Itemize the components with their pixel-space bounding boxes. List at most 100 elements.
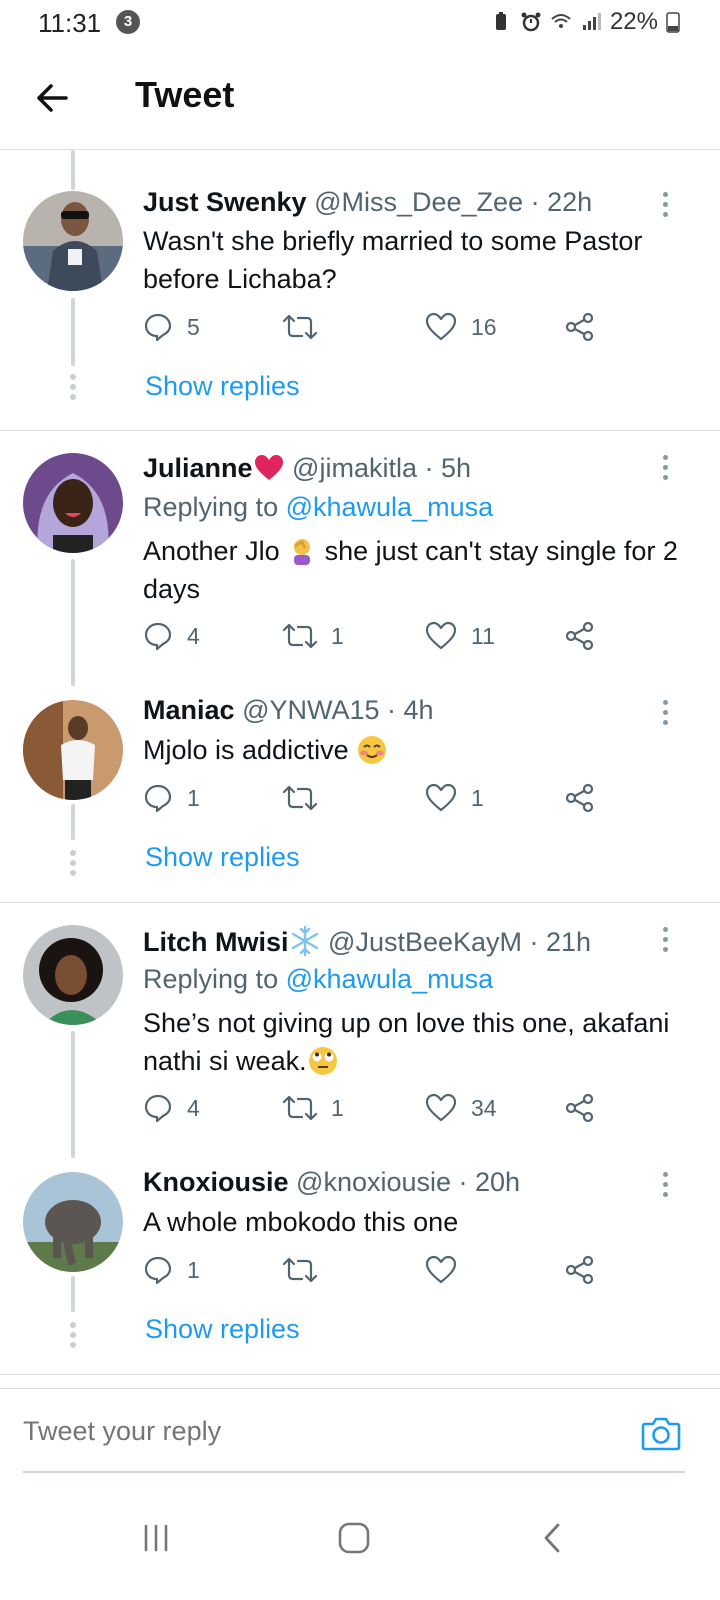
- like-button[interactable]: 34: [425, 1093, 497, 1123]
- like-button[interactable]: 16: [425, 312, 497, 342]
- reply-composer: [0, 1388, 720, 1478]
- show-replies-link[interactable]: Show replies: [145, 842, 300, 873]
- share-button[interactable]: [565, 1093, 595, 1123]
- comment-icon: [144, 1256, 172, 1285]
- author-name[interactable]: Maniac: [143, 695, 235, 725]
- retweet-icon: [283, 1095, 317, 1121]
- share-button[interactable]: [565, 621, 595, 651]
- avatar-image: [23, 453, 123, 553]
- author-name[interactable]: Knoxiousie: [143, 1167, 289, 1197]
- share-button[interactable]: [565, 312, 595, 342]
- retweet-button[interactable]: 1: [283, 621, 344, 651]
- recent-apps-button[interactable]: [126, 1508, 186, 1568]
- reply-count: 4: [187, 622, 200, 649]
- heart-icon: [425, 312, 457, 341]
- retweet-button[interactable]: [283, 783, 331, 813]
- home-button[interactable]: [324, 1508, 384, 1568]
- retweet-button[interactable]: [283, 312, 331, 342]
- tweet-header: Julianne @jimakitla · 5h: [143, 453, 471, 484]
- red-heart-emoji-icon: [254, 455, 283, 480]
- tweet-header: Just Swenky @Miss_Dee_Zee · 22h: [143, 187, 592, 218]
- avatar-image: [23, 1172, 123, 1272]
- reply-count: 1: [187, 784, 200, 811]
- snowflake-emoji-icon: [291, 925, 318, 957]
- reply-button[interactable]: 4: [143, 1093, 200, 1123]
- tweet-1[interactable]: Just Swenky @Miss_Dee_Zee · 22h Wasn't s…: [0, 150, 720, 430]
- tweet-actions: 4 1 11: [143, 621, 623, 661]
- heart-icon: [425, 621, 457, 650]
- more-options-button[interactable]: [663, 1172, 675, 1202]
- reply-input[interactable]: [23, 1416, 583, 1447]
- like-button[interactable]: 11: [425, 621, 495, 651]
- heart-icon: [425, 1093, 457, 1122]
- share-button[interactable]: [565, 783, 595, 813]
- back-button[interactable]: [30, 76, 74, 120]
- eye-roll-emoji-icon: [308, 1047, 337, 1075]
- tweet-text: A whole mbokodo this one: [143, 1207, 459, 1237]
- tweet-3[interactable]: Maniac @YNWA15 · 4h Mjolo is addictive 1…: [0, 686, 720, 902]
- tweet-actions: 5 16: [143, 312, 623, 352]
- avatar[interactable]: [23, 191, 123, 291]
- tweet-2[interactable]: Julianne @jimakitla · 5h Replying to @kh…: [0, 431, 720, 686]
- avatar[interactable]: [23, 925, 123, 1025]
- more-options-button[interactable]: [663, 927, 675, 957]
- tweet-text-part: Mjolo is addictive: [143, 735, 357, 765]
- more-options-button[interactable]: [663, 455, 675, 485]
- more-options-button[interactable]: [663, 700, 675, 730]
- comment-icon: [144, 1094, 172, 1123]
- battery-saver-icon: [495, 12, 506, 30]
- reply-button[interactable]: 1: [143, 1255, 200, 1285]
- author-handle-time: @YNWA15 · 4h: [242, 695, 434, 725]
- share-icon: [565, 1093, 594, 1123]
- reply-button[interactable]: 4: [143, 621, 200, 651]
- like-button[interactable]: [425, 1255, 471, 1285]
- thread-line: [71, 804, 75, 840]
- avatar[interactable]: [23, 700, 123, 800]
- thread-ellipsis: [69, 1322, 77, 1352]
- like-count: 16: [471, 313, 497, 340]
- smiling-blushing-emoji-icon: [358, 736, 387, 764]
- retweet-button[interactable]: 1: [283, 1093, 344, 1123]
- tweet-5[interactable]: Knoxiousie @knoxiousie · 20h A whole mbo…: [0, 1158, 720, 1374]
- avatar-image: [23, 925, 123, 1025]
- chevron-left-icon: [544, 1523, 560, 1553]
- thread-ellipsis: [69, 374, 77, 404]
- tweet-text: Wasn't she briefly married to some Pasto…: [143, 226, 643, 294]
- thread-line: [71, 559, 75, 686]
- mention-link[interactable]: @khawula_musa: [286, 964, 494, 994]
- reply-button[interactable]: 5: [143, 312, 200, 342]
- show-replies-link[interactable]: Show replies: [145, 1314, 300, 1345]
- show-replies-link[interactable]: Show replies: [145, 371, 300, 402]
- wifi-icon: [551, 14, 571, 28]
- comment-icon: [144, 784, 172, 813]
- share-button[interactable]: [565, 1255, 595, 1285]
- retweet-count: 1: [331, 622, 344, 649]
- share-icon: [565, 312, 594, 342]
- avatar[interactable]: [23, 453, 123, 553]
- camera-button[interactable]: [641, 1415, 681, 1451]
- avatar-image: [23, 700, 123, 800]
- thread-line: [71, 298, 75, 366]
- author-name[interactable]: Litch Mwisi: [143, 927, 289, 957]
- reply-count: 4: [187, 1094, 200, 1121]
- author-handle-time: @Miss_Dee_Zee · 22h: [314, 187, 593, 217]
- retweet-button[interactable]: [283, 1255, 331, 1285]
- system-back-button[interactable]: [522, 1508, 582, 1568]
- tweet-text-part: Another Jlo: [143, 536, 288, 566]
- like-button[interactable]: 1: [425, 783, 484, 813]
- arrow-left-icon: [37, 84, 68, 112]
- replying-to: Replying to @khawula_musa: [143, 964, 493, 995]
- mention-link[interactable]: @khawula_musa: [286, 492, 494, 522]
- author-name[interactable]: Just Swenky: [143, 187, 307, 217]
- avatar[interactable]: [23, 1172, 123, 1272]
- author-name[interactable]: Julianne: [143, 453, 253, 483]
- home-icon: [338, 1522, 370, 1554]
- tweet-4[interactable]: Litch Mwisi @JustBeeKayM · 21h Replying …: [0, 903, 720, 1158]
- alarm-icon: [521, 12, 541, 32]
- retweet-icon: [283, 623, 317, 649]
- battery-percent: 22%: [609, 8, 658, 35]
- status-icons: 22%: [490, 8, 680, 36]
- reply-button[interactable]: 1: [143, 783, 200, 813]
- more-options-button[interactable]: [663, 192, 675, 222]
- replying-to-label: Replying to: [143, 964, 286, 994]
